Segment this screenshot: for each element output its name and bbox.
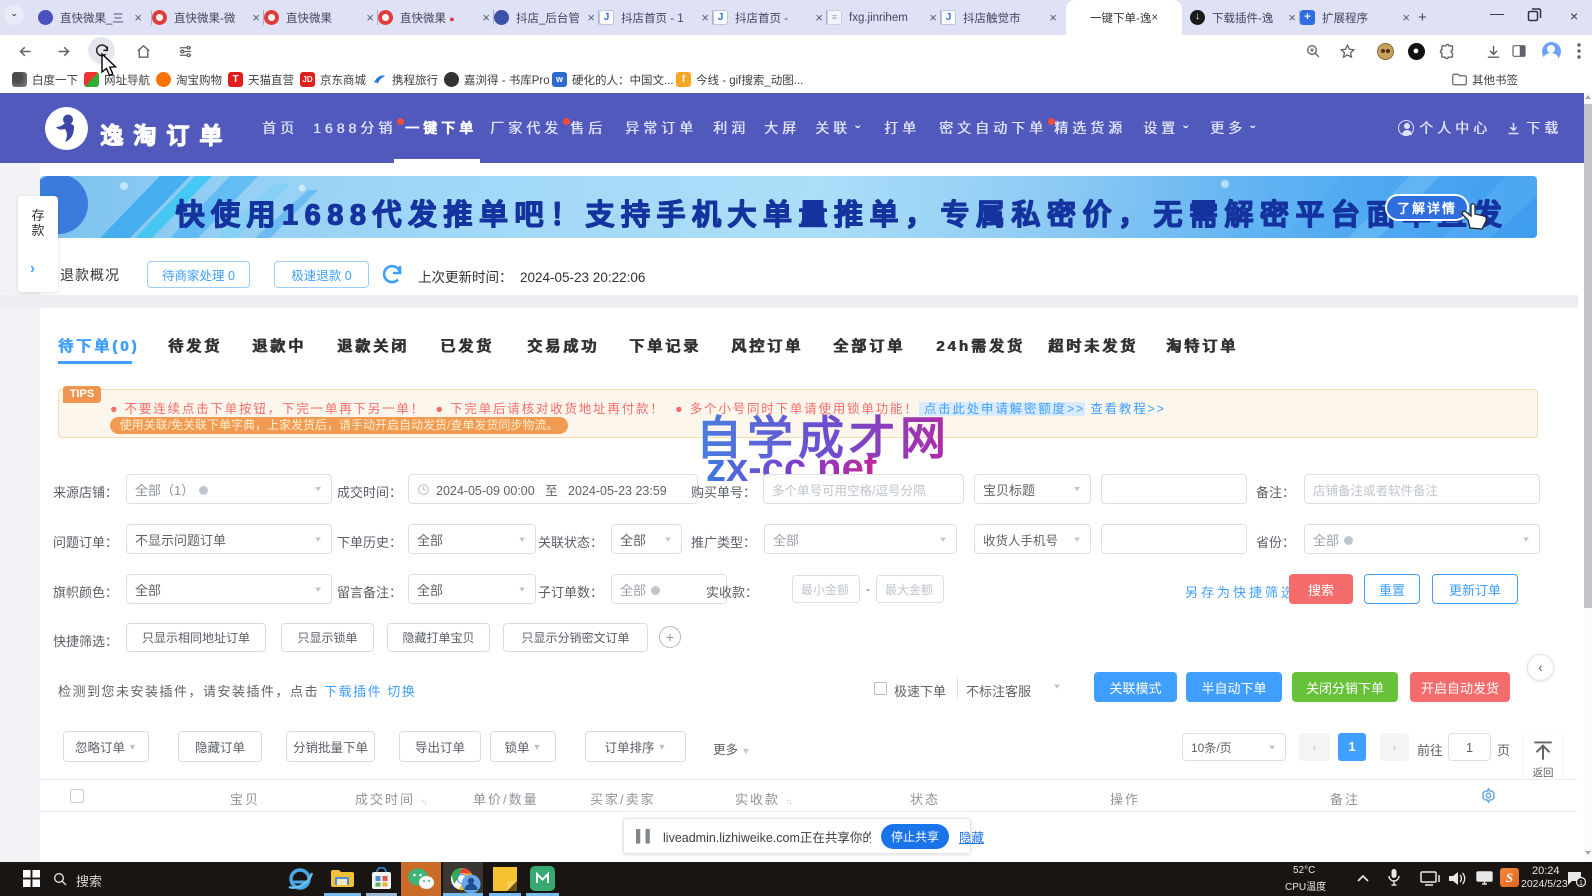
svg-text:1: 1 <box>1579 880 1583 887</box>
